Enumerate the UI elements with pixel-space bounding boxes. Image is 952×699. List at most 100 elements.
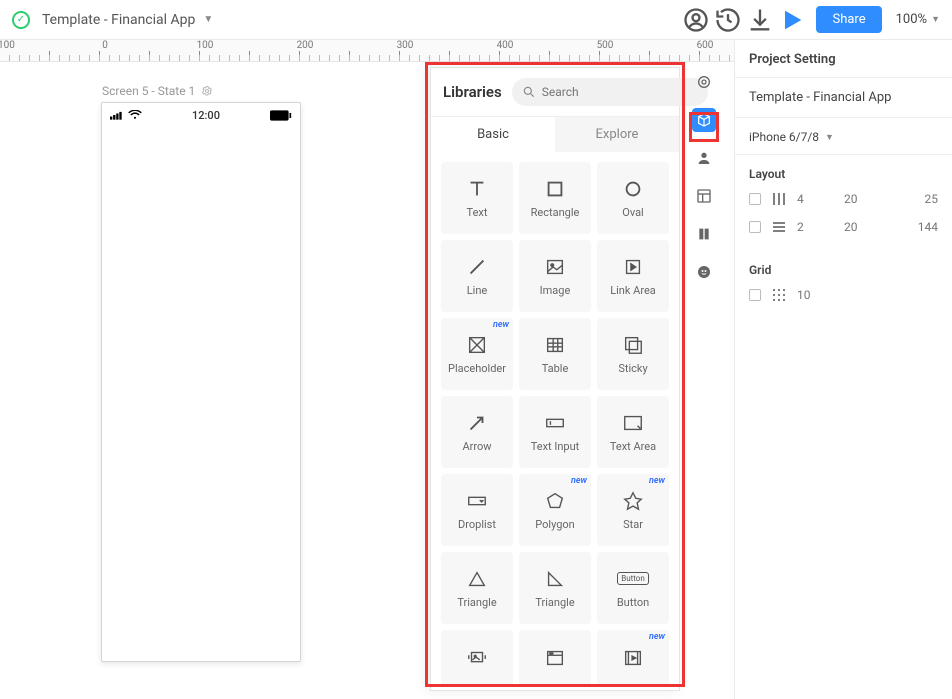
emoji-icon[interactable]	[692, 260, 716, 284]
zoom-value: 100%	[896, 12, 927, 27]
library-item-label: Sticky	[618, 362, 647, 375]
layout-row-gutter: 20	[844, 220, 881, 234]
library-item-table[interactable]: Table	[519, 318, 591, 390]
library-grid: Text Rectangle Oval Line Image Link Area newPl…	[431, 152, 679, 690]
book-icon[interactable]	[692, 222, 716, 246]
text-icon	[466, 178, 488, 200]
grid-section-title: Grid	[735, 251, 952, 281]
app-check-icon	[12, 11, 30, 29]
library-item-label: Line	[467, 284, 488, 297]
image-icon	[544, 256, 566, 278]
grid-row[interactable]: 10	[735, 281, 952, 309]
library-item-textarea[interactable]: Text Area	[597, 396, 669, 468]
library-item-video[interactable]: new	[597, 630, 669, 686]
library-item-browser[interactable]	[519, 630, 591, 686]
project-title-caret-icon[interactable]: ▼	[203, 14, 213, 25]
triangle2-icon	[544, 568, 566, 590]
screen-label[interactable]: Screen 5 - State 1	[102, 84, 213, 98]
ruler-tick: -100	[0, 40, 15, 51]
library-item-label: Text Input	[531, 440, 580, 453]
library-item-arrow[interactable]: Arrow	[441, 396, 513, 468]
device-selector[interactable]: iPhone 6/7/8 ▼	[735, 118, 952, 155]
library-item-linkarea[interactable]: Link Area	[597, 240, 669, 312]
ruler-tick: 100	[197, 40, 214, 51]
library-item-image[interactable]: Image	[519, 240, 591, 312]
library-search[interactable]	[512, 78, 708, 106]
library-item-label: Image	[540, 284, 571, 297]
new-badge: new	[571, 476, 587, 486]
account-icon[interactable]	[682, 6, 710, 34]
library-item-label: Oval	[622, 206, 643, 219]
libraries-panel: Libraries Basic Explore Text Rectangle Ova…	[430, 67, 680, 691]
gear-icon[interactable]	[201, 85, 213, 97]
ruler-tick: 600	[697, 40, 714, 51]
layout-row-margin: 144	[901, 220, 938, 234]
libraries-title: Libraries	[443, 83, 502, 101]
phone-time: 12:00	[192, 109, 220, 122]
library-item-sticky[interactable]: Sticky	[597, 318, 669, 390]
new-badge: new	[649, 632, 665, 642]
download-icon[interactable]	[746, 6, 774, 34]
signal-icon	[110, 110, 142, 120]
sticky-icon	[622, 334, 644, 356]
library-item-label: Star	[623, 518, 643, 531]
library-item-star[interactable]: newStar	[597, 474, 669, 546]
share-button[interactable]: Share	[816, 6, 881, 33]
ruler-tick: 300	[397, 40, 414, 51]
grid-size: 10	[797, 288, 835, 302]
star-icon	[622, 490, 644, 512]
library-item-carousel[interactable]	[441, 630, 513, 686]
library-item-textinput[interactable]: Text Input	[519, 396, 591, 468]
rectangle-icon	[544, 178, 566, 200]
layout-rows-checkbox[interactable]	[749, 221, 761, 233]
layout-row-columns[interactable]: 4 20 25	[735, 185, 952, 213]
layout-icon[interactable]	[692, 184, 716, 208]
topbar: Template - Financial App ▼ Share 100% ▼	[0, 0, 952, 40]
library-item-button[interactable]: ButtonButton	[597, 552, 669, 624]
ruler-tick: 0	[102, 40, 108, 51]
screen-label-text: Screen 5 - State 1	[102, 84, 195, 98]
grid-checkbox[interactable]	[749, 289, 761, 301]
grid-icon	[771, 287, 787, 303]
zoom-control[interactable]: 100% ▼	[896, 12, 940, 27]
device-caret-icon: ▼	[825, 132, 834, 143]
library-item-polygon[interactable]: newPolygon	[519, 474, 591, 546]
library-item-label: Rectangle	[531, 206, 580, 219]
columns-icon	[771, 191, 787, 207]
library-item-oval[interactable]: Oval	[597, 162, 669, 234]
library-item-placeholder[interactable]: newPlaceholder	[441, 318, 513, 390]
carousel-icon	[466, 647, 488, 669]
history-icon[interactable]	[714, 6, 742, 34]
tab-explore[interactable]: Explore	[555, 117, 679, 152]
browser-icon	[544, 647, 566, 669]
library-item-triangle[interactable]: Triangle	[441, 552, 513, 624]
right-panel: Project Setting Template - Financial App…	[734, 40, 952, 699]
library-item-droplist[interactable]: Droplist	[441, 474, 513, 546]
ruler-tick: 200	[297, 40, 314, 51]
device-name: iPhone 6/7/8	[749, 130, 819, 144]
project-title[interactable]: Template - Financial App	[42, 12, 195, 28]
rows-icon	[771, 219, 787, 235]
layout-section-title: Layout	[735, 155, 952, 185]
ruler-tick: 400	[497, 40, 514, 51]
layout-columns-checkbox[interactable]	[749, 193, 761, 205]
target-icon[interactable]	[692, 70, 716, 94]
tab-basic[interactable]: Basic	[431, 117, 555, 152]
library-search-input[interactable]	[542, 85, 698, 99]
cube-icon[interactable]	[692, 108, 716, 132]
polygon-icon	[544, 490, 566, 512]
library-item-rectangle[interactable]: Rectangle	[519, 162, 591, 234]
layout-row-rows[interactable]: 2 20 144	[735, 213, 952, 241]
user-icon[interactable]	[692, 146, 716, 170]
wifi-icon	[128, 110, 142, 120]
library-item-label: Table	[542, 362, 569, 375]
triangle-icon	[466, 568, 488, 590]
new-badge: new	[493, 320, 509, 330]
library-item-text[interactable]: Text	[441, 162, 513, 234]
library-item-label: Triangle	[535, 596, 574, 609]
phone-canvas[interactable]: 12:00	[101, 102, 301, 662]
play-icon[interactable]	[778, 6, 806, 34]
right-toolbar	[692, 70, 716, 284]
library-item-line[interactable]: Line	[441, 240, 513, 312]
library-item-triangle2[interactable]: Triangle	[519, 552, 591, 624]
